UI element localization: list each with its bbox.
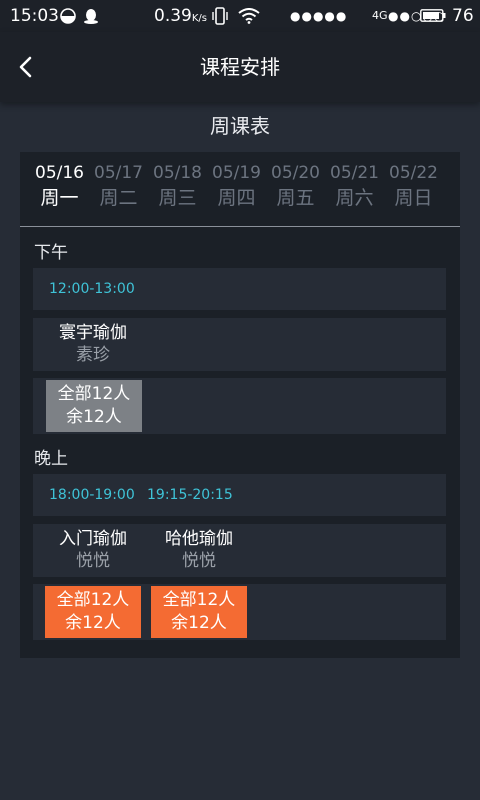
battery-level: 76	[452, 6, 474, 26]
network-speed: 0.39K/s	[154, 6, 207, 26]
section-evening-label: 晚上	[34, 449, 68, 469]
slot-total: 全部12人	[57, 384, 131, 404]
back-arrow-icon[interactable]	[14, 54, 40, 80]
day-date: 05/19	[212, 163, 261, 183]
course-item[interactable]: 哈他瑜伽 悦悦	[147, 528, 251, 572]
status-bar: 15:03 0.39K/s ●●●●● 4G ●●○○○ 76	[0, 0, 480, 32]
afternoon-time-row: 12:00-13:00	[33, 268, 446, 310]
course-teacher: 素珍	[76, 345, 110, 365]
section-afternoon-label: 下午	[34, 243, 68, 263]
day-weekday: 周六	[335, 187, 374, 209]
day-weekday: 周四	[217, 187, 256, 209]
day-tab-0516[interactable]: 05/16 周一	[30, 162, 89, 220]
day-weekday: 周二	[99, 187, 138, 209]
signal-strength: ●●●●●	[290, 9, 348, 23]
day-date: 05/17	[94, 163, 143, 183]
capacity-slot[interactable]: 全部12人 余12人	[45, 586, 141, 638]
day-date: 05/20	[271, 163, 320, 183]
divider	[20, 226, 460, 227]
afternoon-course-row: 寰宇瑜伽 素珍	[33, 318, 446, 371]
slot-remaining: 余12人	[66, 407, 122, 427]
afternoon-slot-row: 全部12人 余12人	[33, 378, 446, 434]
day-date: 05/21	[330, 163, 379, 183]
day-date: 05/18	[153, 163, 202, 183]
schedule-panel: 05/16 周一 05/17 周二 05/18 周三 05/19 周四 05/2…	[20, 152, 460, 658]
capacity-slot[interactable]: 全部12人 余12人	[151, 586, 247, 638]
evening-course-row: 入门瑜伽 悦悦 哈他瑜伽 悦悦	[33, 524, 446, 577]
time-slot: 18:00-19:00	[49, 487, 135, 503]
course-name: 哈他瑜伽	[165, 529, 233, 549]
day-weekday: 周五	[276, 187, 315, 209]
day-tabs: 05/16 周一 05/17 周二 05/18 周三 05/19 周四 05/2…	[30, 162, 450, 220]
day-tab-0521[interactable]: 05/21 周六	[325, 162, 384, 220]
course-name: 入门瑜伽	[59, 529, 127, 549]
slot-remaining: 余12人	[65, 613, 121, 633]
week-schedule-title: 周课表	[210, 114, 270, 138]
slot-total: 全部12人	[56, 590, 130, 610]
status-time: 15:03	[10, 6, 59, 26]
penguin-icon	[84, 9, 98, 24]
page-title: 课程安排	[200, 55, 280, 79]
course-teacher: 悦悦	[76, 551, 110, 571]
evening-time-row: 18:00-19:00 19:15-20:15	[33, 474, 446, 516]
day-tab-0520[interactable]: 05/20 周五	[266, 162, 325, 220]
wifi-icon	[238, 8, 260, 24]
day-weekday: 周日	[394, 187, 433, 209]
evening-slot-row: 全部12人 余12人 全部12人 余12人	[33, 584, 446, 640]
course-item[interactable]: 入门瑜伽 悦悦	[41, 528, 145, 572]
course-item[interactable]: 寰宇瑜伽 素珍	[41, 322, 145, 366]
day-tab-0522[interactable]: 05/22 周日	[384, 162, 443, 220]
moon-icon	[60, 8, 76, 24]
course-teacher: 悦悦	[182, 551, 216, 571]
vibrate-icon	[212, 7, 228, 25]
day-tab-0519[interactable]: 05/19 周四	[207, 162, 266, 220]
day-weekday: 周三	[158, 187, 197, 209]
course-name: 寰宇瑜伽	[59, 323, 127, 343]
day-tab-0518[interactable]: 05/18 周三	[148, 162, 207, 220]
day-date: 05/22	[389, 163, 438, 183]
time-slot: 19:15-20:15	[147, 487, 233, 503]
slot-remaining: 余12人	[171, 613, 227, 633]
battery-icon	[420, 9, 446, 22]
title-bar: 课程安排	[0, 32, 480, 102]
slot-total: 全部12人	[162, 590, 236, 610]
day-weekday: 周一	[40, 187, 79, 209]
day-date: 05/16	[35, 163, 84, 183]
network-type: 4G	[372, 9, 388, 22]
time-slot: 12:00-13:00	[49, 281, 135, 297]
day-tab-0517[interactable]: 05/17 周二	[89, 162, 148, 220]
capacity-slot[interactable]: 全部12人 余12人	[46, 380, 142, 432]
